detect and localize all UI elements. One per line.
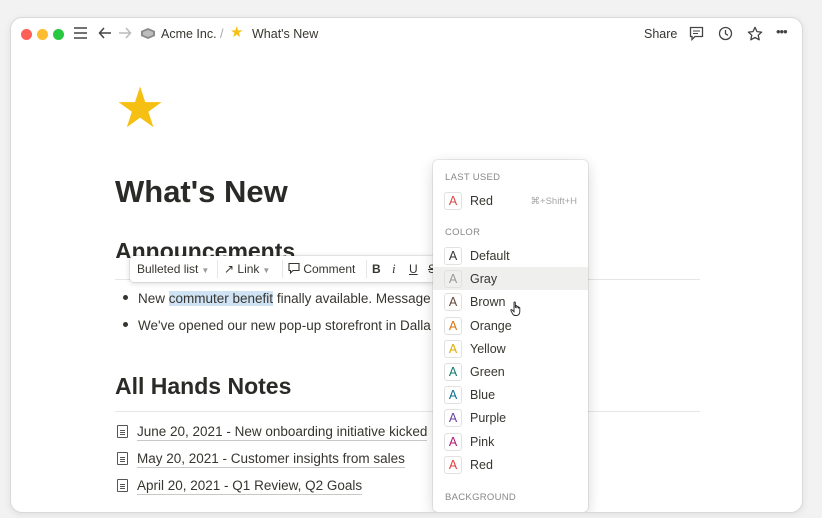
- bullet-dot: [123, 321, 128, 327]
- page-emoji-icon[interactable]: ★: [115, 76, 165, 140]
- text-color-menu: LAST USED A Red ⌘+Shift+H COLOR A Default…: [433, 160, 588, 512]
- text-color-swatch-icon: A: [444, 386, 462, 405]
- menu-item-label: Blue: [470, 388, 496, 403]
- heading-announcements[interactable]: Announcements: [115, 238, 295, 258]
- menu-item-last-used-red[interactable]: A Red ⌘+Shift+H: [433, 189, 588, 212]
- block-type-dropdown[interactable]: Bulleted list ▼: [137, 262, 209, 278]
- favorite-star-icon[interactable]: [747, 26, 763, 46]
- text-color-swatch-icon: A: [444, 409, 462, 428]
- page-link[interactable]: June 20, 2021 - New onboarding initiativ…: [117, 424, 428, 441]
- menu-item-color-green[interactable]: A Green: [433, 360, 588, 383]
- breadcrumb-separator: /: [220, 27, 224, 41]
- menu-item-label: Orange: [470, 318, 512, 333]
- italic-button[interactable]: i: [392, 262, 396, 276]
- bullet-dot: [123, 294, 128, 300]
- hand-pointer-cursor-icon: [510, 301, 521, 316]
- page-document-icon: [117, 478, 128, 492]
- text-color-swatch-icon: A: [444, 455, 462, 474]
- window-close-button[interactable]: [21, 29, 32, 40]
- toolbar-divider: [366, 260, 367, 278]
- bold-button[interactable]: B: [372, 262, 381, 276]
- bullet-text: We've opened our new pop-up storefront i…: [138, 318, 431, 333]
- menu-item-color-default[interactable]: A Default: [433, 244, 588, 267]
- text-color-swatch-icon: A: [444, 192, 462, 210]
- text-format-toolbar: Bulleted list▼ ↗ Link▼ Comment B i U S: [130, 256, 435, 282]
- window-minimize-button[interactable]: [37, 29, 48, 40]
- chevron-down-icon: ▼: [262, 266, 271, 275]
- comments-icon[interactable]: [689, 26, 704, 45]
- link-button[interactable]: ↗ Link ▼: [224, 262, 270, 278]
- share-button[interactable]: Share: [644, 27, 677, 41]
- menu-item-color-gray[interactable]: A Gray: [433, 267, 588, 291]
- list-item[interactable]: We've opened our new pop-up storefront i…: [123, 318, 431, 333]
- forward-arrow-icon[interactable]: [118, 26, 132, 44]
- text-color-swatch-icon: A: [444, 247, 462, 265]
- menu-item-color-blue[interactable]: A Blue: [433, 383, 588, 406]
- breadcrumb-workspace[interactable]: Acme Inc.: [161, 27, 217, 41]
- menu-item-label: Default: [470, 249, 510, 263]
- menu-item-color-pink[interactable]: A Pink: [433, 430, 588, 453]
- section-background: BACKGROUND: [445, 492, 517, 503]
- heading-all-hands-notes[interactable]: All Hands Notes: [115, 373, 291, 400]
- section-color: COLOR: [445, 227, 481, 238]
- page-document-icon: [117, 424, 128, 438]
- workspace-logo-icon: [140, 27, 156, 44]
- menu-item-label: Green: [470, 365, 505, 379]
- menu-item-color-orange[interactable]: A Orange: [433, 314, 588, 337]
- text-color-swatch-icon: A: [444, 270, 462, 289]
- app-window: Acme Inc. / ★ What's New Share ••• ★ Wha…: [10, 17, 803, 513]
- page-link-label: June 20, 2021 - New onboarding initiativ…: [137, 424, 428, 441]
- page-link[interactable]: May 20, 2021 - Customer insights from sa…: [117, 451, 405, 468]
- menu-item-label: Pink: [470, 434, 495, 449]
- menu-item-label: Gray: [470, 272, 498, 287]
- sidebar-menu-icon[interactable]: [73, 26, 88, 44]
- text-color-swatch-icon: A: [444, 316, 462, 335]
- menu-item-label: Red: [470, 194, 493, 208]
- arrow-up-right-icon: ↗: [224, 262, 235, 276]
- comment-icon: [288, 262, 300, 275]
- menu-item-color-red[interactable]: A Red: [433, 453, 588, 476]
- comment-button[interactable]: Comment: [288, 262, 355, 276]
- page-link-label: May 20, 2021 - Customer insights from sa…: [137, 451, 405, 468]
- toolbar-divider: [217, 260, 218, 278]
- top-bar: Acme Inc. / ★ What's New Share •••: [11, 18, 802, 50]
- more-options-icon[interactable]: •••: [776, 24, 788, 40]
- selected-text[interactable]: commuter benefit: [168, 291, 274, 306]
- link-label: Link: [237, 262, 260, 276]
- breadcrumb-page[interactable]: What's New: [252, 27, 318, 41]
- comment-label: Comment: [303, 262, 356, 276]
- text-color-swatch-icon: A: [444, 363, 462, 381]
- page-link-label: April 20, 2021 - Q1 Review, Q2 Goals: [137, 478, 363, 495]
- text-color-swatch-icon: A: [444, 293, 462, 312]
- menu-item-color-purple[interactable]: A Purple: [433, 406, 588, 429]
- toolbar-divider: [282, 260, 283, 278]
- star-icon: ★: [230, 24, 244, 41]
- bullet-text: finally available. Message: [273, 291, 431, 306]
- menu-item-label: Red: [470, 457, 493, 472]
- bullet-text: New: [138, 291, 169, 306]
- section-last-used: LAST USED: [445, 172, 501, 183]
- text-color-swatch-icon: A: [444, 432, 462, 451]
- back-arrow-icon[interactable]: [98, 26, 112, 44]
- block-type-label: Bulleted list: [137, 262, 199, 276]
- text-color-swatch-icon: A: [444, 339, 462, 358]
- keyboard-shortcut: ⌘+Shift+H: [530, 196, 577, 207]
- history-clock-icon[interactable]: [718, 26, 733, 45]
- window-zoom-button[interactable]: [53, 29, 64, 40]
- menu-item-label: Purple: [470, 411, 507, 426]
- page-link[interactable]: April 20, 2021 - Q1 Review, Q2 Goals: [117, 478, 363, 495]
- page-title[interactable]: What's New: [115, 174, 288, 210]
- menu-item-color-yellow[interactable]: A Yellow: [433, 337, 588, 360]
- page-document-icon: [117, 451, 128, 465]
- menu-item-label: Brown: [470, 295, 506, 310]
- underline-button[interactable]: U: [409, 262, 418, 276]
- list-item[interactable]: New commuter benefit finally available. …: [123, 291, 431, 306]
- menu-item-label: Yellow: [470, 341, 506, 356]
- chevron-down-icon: ▼: [201, 266, 210, 275]
- heading-divider: [115, 411, 700, 412]
